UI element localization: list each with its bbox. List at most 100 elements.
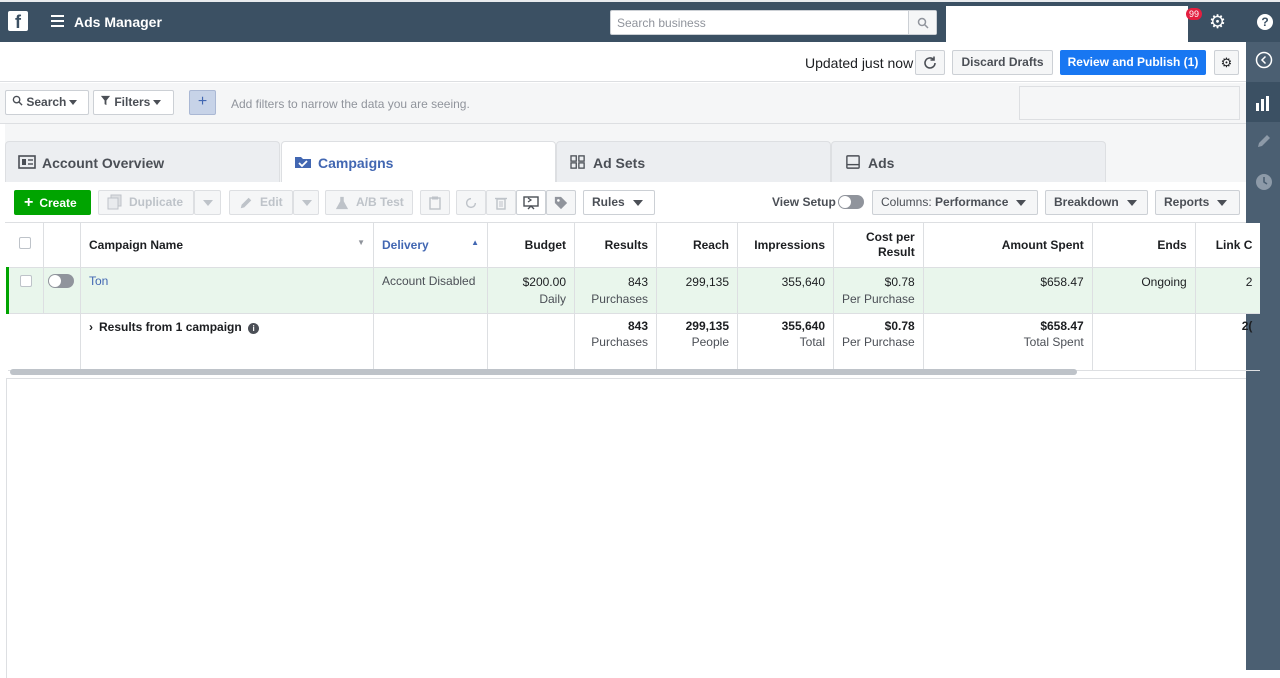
delivery-header-label: Delivery <box>382 237 429 252</box>
impressions-header[interactable]: Impressions <box>737 223 834 268</box>
filters-dropdown-button[interactable]: Filters <box>93 90 174 115</box>
tab-label: Ads <box>868 155 895 171</box>
filter-funnel-icon <box>100 95 111 106</box>
help-icon[interactable]: ? <box>1257 14 1273 30</box>
totals-label: Results from 1 campaign <box>99 319 242 334</box>
date-range-placeholder[interactable] <box>1019 86 1240 120</box>
revert-button[interactable] <box>456 190 486 215</box>
table-row[interactable]: Ton Account Disabled $200.00 Daily 843 Pur… <box>6 267 1261 314</box>
totals-cost-value: $0.78 <box>884 318 915 333</box>
search-dropdown-button[interactable]: Search <box>5 90 89 115</box>
create-label: Create <box>39 196 77 210</box>
budget-header[interactable]: Budget <box>487 223 575 268</box>
horizontal-scrollbar[interactable] <box>10 369 1077 375</box>
totals-impressions-value: 355,640 <box>781 318 825 333</box>
facebook-logo-icon[interactable]: f <box>8 11 28 32</box>
header-blank-area <box>946 6 1188 42</box>
pencil-icon[interactable] <box>1255 133 1273 151</box>
row-toggle-cell[interactable] <box>43 267 81 314</box>
tab-label: Campaigns <box>318 155 394 171</box>
columns-value: Performance <box>935 195 1009 209</box>
tag-button[interactable] <box>546 190 576 215</box>
campaign-toolbar: + Create Duplicate Edit A/B Test Rules Vi… <box>5 182 1246 223</box>
campaign-name-link[interactable]: Ton <box>80 267 374 314</box>
delete-button[interactable] <box>486 190 516 215</box>
filter-hint-text[interactable]: Add filters to narrow the data you are s… <box>231 97 470 111</box>
row-checkbox[interactable] <box>20 274 32 287</box>
link-clicks-header[interactable]: Link C <box>1195 223 1261 268</box>
ab-test-label: A/B Test <box>356 195 404 209</box>
chevron-down-icon <box>632 199 643 206</box>
top-bar: f Ads Manager Search business 99 ⚙ ? <box>0 0 1280 42</box>
tab-label: Account Overview <box>42 155 165 171</box>
campaign-on-off-toggle[interactable] <box>48 273 74 288</box>
refresh-button[interactable] <box>915 50 945 75</box>
breakdown-dropdown-button[interactable]: Breakdown <box>1045 190 1148 215</box>
chevron-down-icon <box>302 199 312 206</box>
amount-spent-header[interactable]: Amount Spent <box>923 223 1093 268</box>
results-header[interactable]: Results <box>574 223 657 268</box>
cost-per-result-header[interactable]: Cost per Result <box>833 223 924 268</box>
row-select-cell[interactable] <box>6 267 44 314</box>
search-icon[interactable] <box>908 11 936 34</box>
table-settings-gear-icon[interactable]: ⚙ <box>1214 50 1239 75</box>
notification-badge[interactable]: 99 <box>1186 8 1203 20</box>
trash-icon <box>495 197 507 210</box>
clock-icon[interactable] <box>1255 173 1273 191</box>
totals-spacer <box>373 313 488 371</box>
tab-ad-sets[interactable]: Ad Sets <box>556 141 831 182</box>
totals-spacer <box>7 313 44 371</box>
ab-test-button[interactable]: A/B Test <box>325 190 413 215</box>
review-and-publish-button[interactable]: Review and Publish (1) <box>1060 50 1206 75</box>
ends-header[interactable]: Ends <box>1092 223 1196 268</box>
ends-cell: Ongoing <box>1092 267 1196 314</box>
edit-button[interactable]: Edit <box>229 190 293 215</box>
totals-reach-type: People <box>691 334 729 349</box>
tab-ads[interactable]: Ads <box>831 141 1106 182</box>
menu-icon[interactable] <box>51 15 64 27</box>
chart-icon[interactable] <box>1246 82 1280 122</box>
discard-drafts-button[interactable]: Discard Drafts <box>952 50 1053 75</box>
totals-spacer <box>487 313 575 371</box>
edit-dropdown-button[interactable] <box>293 190 319 215</box>
create-button[interactable]: + Create <box>14 190 91 215</box>
app-title: Ads Manager <box>74 14 162 30</box>
delivery-header[interactable]: Delivery ▲ <box>373 223 488 268</box>
view-setup-label: View Setup <box>772 195 836 209</box>
view-setup-toggle[interactable] <box>838 195 864 209</box>
reach-header[interactable]: Reach <box>656 223 738 268</box>
chevron-down-icon <box>69 100 78 106</box>
search-label: Search <box>26 95 67 109</box>
budget-cell: $200.00 Daily <box>487 267 575 314</box>
select-all-checkbox[interactable] <box>19 237 32 250</box>
columns-dropdown-button[interactable]: Columns: Performance <box>872 190 1038 215</box>
totals-spent-value: $658.47 <box>1040 318 1084 333</box>
settings-gear-icon[interactable]: ⚙ <box>1209 13 1226 33</box>
table-header-row: Campaign Name ▼ Delivery ▲ Budget Results … <box>7 223 1261 268</box>
cost-per-result-header-line2: Result <box>878 244 915 259</box>
results-type: Purchases <box>591 291 648 306</box>
duplicate-button[interactable]: Duplicate <box>98 190 194 215</box>
chevron-right-icon[interactable]: › <box>89 320 93 334</box>
tab-account-overview[interactable]: Account Overview <box>5 141 280 182</box>
reports-label: Reports <box>1164 195 1210 209</box>
reports-dropdown-button[interactable]: Reports <box>1155 190 1240 215</box>
totals-label-cell[interactable]: › Results from 1 campaign i <box>80 313 374 371</box>
export-button[interactable] <box>516 190 546 215</box>
totals-spent-type: Total Spent <box>1023 334 1084 349</box>
info-icon[interactable]: i <box>248 322 260 334</box>
duplicate-dropdown-button[interactable] <box>194 190 221 215</box>
totals-results-cell: 843 Purchases <box>574 313 657 371</box>
campaign-name-header[interactable]: Campaign Name ▼ <box>80 223 374 268</box>
clipboard-button[interactable] <box>420 190 450 215</box>
rules-dropdown-button[interactable]: Rules <box>583 190 655 215</box>
plus-icon: + <box>24 194 34 211</box>
tab-campaigns[interactable]: Campaigns <box>281 141 556 182</box>
table-left-border <box>6 379 7 678</box>
collapse-arrow-icon[interactable] <box>1255 51 1273 69</box>
chevron-down-icon <box>1016 199 1027 206</box>
select-all-cell[interactable] <box>7 223 44 268</box>
search-business-input[interactable]: Search business <box>610 10 937 35</box>
search-business-placeholder[interactable]: Search business <box>611 11 908 34</box>
add-filter-button[interactable]: + <box>189 90 216 115</box>
